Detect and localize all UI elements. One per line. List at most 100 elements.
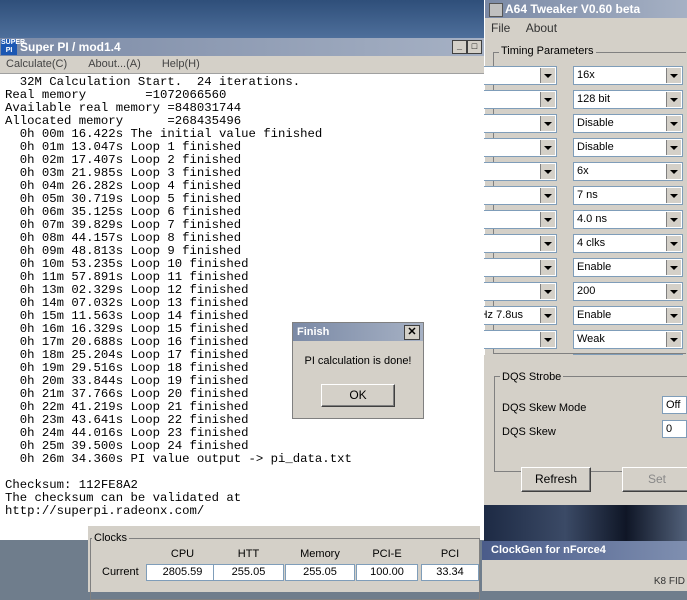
right-combo-value: 128 bit: [577, 93, 611, 105]
pci-clock-value: 33.34: [421, 564, 479, 581]
right-combo[interactable]: Disable: [573, 138, 683, 157]
close-icon[interactable]: ✕: [404, 325, 420, 340]
pci-header: PCI: [440, 548, 460, 560]
htt-header: HTT: [237, 548, 260, 560]
menu-about[interactable]: About...(A): [88, 58, 141, 70]
right-combo[interactable]: Disable: [573, 114, 683, 133]
pcie-clock-value: 100.00: [356, 564, 418, 581]
set-button[interactable]: Set: [622, 467, 687, 492]
right-combo[interactable]: 4 clks: [573, 234, 683, 253]
superpi-menu-bar: Calculate(C) About...(A) Help(H): [0, 56, 484, 74]
chevron-down-icon[interactable]: [666, 68, 681, 83]
chevron-down-icon[interactable]: [666, 140, 681, 155]
menu-help[interactable]: Help(H): [162, 58, 200, 70]
cpu-header: CPU: [170, 548, 195, 560]
right-combo-value: Disable: [577, 117, 614, 129]
chevron-down-icon[interactable]: [666, 116, 681, 131]
chevron-down-icon[interactable]: [666, 260, 681, 275]
cpu-clock-value: 2805.59: [146, 564, 219, 581]
right-combo[interactable]: 7 ns: [573, 186, 683, 205]
right-combo-value: Enable: [577, 309, 612, 321]
pcie-header: PCI-E: [372, 548, 402, 560]
clockgen-title-bar[interactable]: ClockGen for nForce4: [482, 541, 687, 560]
right-combo[interactable]: 128 bit: [573, 90, 683, 109]
clocks-panel: Clocks Current CPU HTT Memory PCI-E PCI …: [88, 525, 480, 600]
chevron-down-icon[interactable]: [666, 92, 681, 107]
chevron-down-icon[interactable]: [540, 284, 555, 299]
chevron-down-icon[interactable]: [540, 68, 555, 83]
tweaker-menu-file[interactable]: File: [491, 21, 510, 35]
htt-clock-value: 255.05: [213, 564, 284, 581]
right-combo[interactable]: Enable: [573, 306, 683, 325]
memory-header: Memory: [300, 548, 340, 560]
right-combo-value: 200: [577, 285, 596, 297]
timing-parameters-label: Timing Parameters: [499, 45, 596, 57]
dqs-skew-field[interactable]: 0: [662, 420, 687, 438]
superpi-title-bar[interactable]: SUPER PI Super PI / mod1.4 _ □: [0, 38, 484, 56]
minimize-button[interactable]: _: [452, 40, 467, 54]
output-line: 0h 26m 34.360s PI value output -> pi_dat…: [5, 452, 352, 466]
dqs-skew-mode-field[interactable]: Off: [662, 396, 687, 414]
clockgen-window: ClockGen for nForce4 K8 FID: [482, 541, 687, 591]
clocks-label: Clocks: [92, 532, 130, 544]
chevron-down-icon[interactable]: [540, 332, 555, 347]
right-combo-value: 4 clks: [577, 237, 606, 249]
chevron-down-icon[interactable]: [666, 308, 681, 323]
right-combo-value: 7 ns: [577, 189, 598, 201]
tweaker-menu-about[interactable]: About: [526, 21, 557, 35]
output-line: http://superpi.radeonx.com/: [5, 504, 205, 518]
tweaker-menu-bar: File About: [485, 19, 563, 37]
chevron-down-icon[interactable]: [540, 116, 555, 131]
chevron-down-icon[interactable]: [540, 308, 555, 323]
dqs-strobe-group: [494, 376, 687, 472]
chevron-down-icon[interactable]: [666, 212, 681, 227]
right-combo-value: 6x: [577, 165, 589, 177]
refresh-button[interactable]: Refresh: [521, 467, 591, 492]
dqs-strobe-label: DQS Strobe: [500, 371, 564, 383]
tweaker-title: A64 Tweaker V0.60 beta: [505, 2, 641, 16]
chevron-down-icon[interactable]: [666, 236, 681, 251]
clockgen-title: ClockGen for nForce4: [491, 544, 606, 556]
dqs-skew-label: DQS Skew: [502, 426, 556, 438]
right-combo[interactable]: Enable: [573, 258, 683, 277]
desktop-wallpaper-photo: [484, 505, 687, 543]
tweaker-app-icon: [489, 3, 503, 17]
right-combo[interactable]: 16x: [573, 66, 683, 85]
dqs-skew-mode-label: DQS Skew Mode: [502, 402, 587, 414]
memory-clock-value: 255.05: [285, 564, 355, 581]
chevron-down-icon[interactable]: [540, 236, 555, 251]
superpi-window: SUPER PI Super PI / mod1.4 _ □ Calculate…: [0, 38, 484, 540]
chevron-down-icon[interactable]: [540, 188, 555, 203]
finish-dialog-title: Finish: [297, 326, 330, 338]
ok-button[interactable]: OK: [321, 384, 395, 407]
menu-calculate[interactable]: Calculate(C): [6, 58, 67, 70]
right-combo[interactable]: 200: [573, 282, 683, 301]
chevron-down-icon[interactable]: [666, 284, 681, 299]
finish-dialog: Finish ✕ PI calculation is done! OK: [292, 322, 424, 419]
chevron-down-icon[interactable]: [666, 188, 681, 203]
superpi-logo-icon: SUPER PI: [1, 39, 26, 55]
chevron-down-icon[interactable]: [540, 260, 555, 275]
chevron-down-icon[interactable]: [666, 332, 681, 347]
chevron-down-icon[interactable]: [540, 164, 555, 179]
superpi-title: Super PI / mod1.4: [20, 40, 121, 54]
chevron-down-icon[interactable]: [666, 164, 681, 179]
chevron-down-icon[interactable]: [540, 212, 555, 227]
superpi-output-text: 32M Calculation Start. 24 iterations. Rea…: [5, 76, 352, 518]
finish-dialog-message: PI calculation is done!: [304, 355, 412, 367]
right-combo-value: Weak: [577, 333, 605, 345]
current-label: Current: [102, 566, 139, 578]
finish-dialog-title-bar[interactable]: Finish ✕: [293, 323, 423, 341]
chevron-down-icon[interactable]: [540, 92, 555, 107]
right-combo-value: Disable: [577, 141, 614, 153]
maximize-button[interactable]: □: [467, 40, 482, 54]
k8-fid-label: K8 FID: [653, 576, 685, 587]
right-combo[interactable]: Weak: [573, 330, 683, 349]
right-combo-value: 16x: [577, 69, 595, 81]
chevron-down-icon[interactable]: [540, 140, 555, 155]
right-combo-value: 4.0 ns: [577, 213, 607, 225]
right-combo[interactable]: 4.0 ns: [573, 210, 683, 229]
desktop-background: [0, 0, 490, 38]
right-combo[interactable]: 6x: [573, 162, 683, 181]
tweaker-title-bar[interactable]: A64 Tweaker V0.60 beta: [485, 0, 687, 18]
